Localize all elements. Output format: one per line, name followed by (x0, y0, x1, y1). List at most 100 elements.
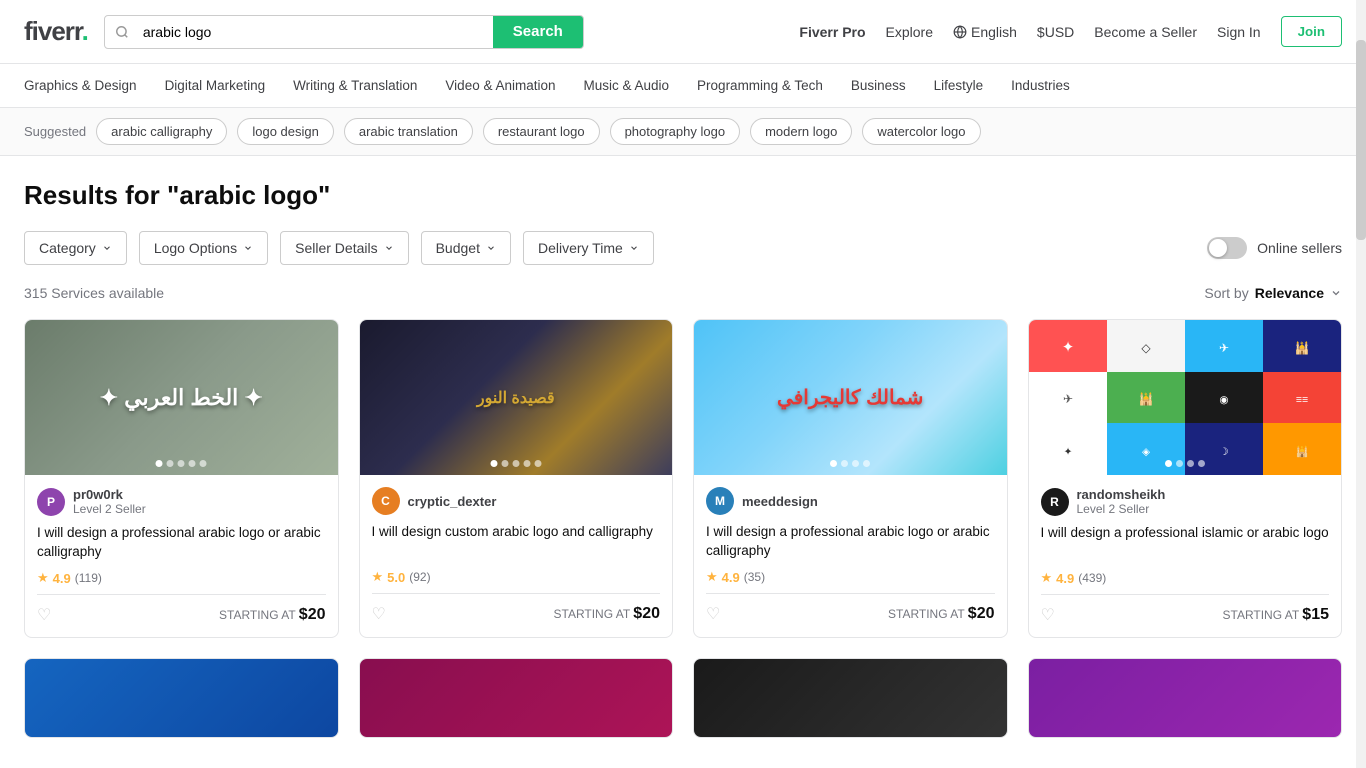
gig-card-3[interactable]: ﺷﻤﺎﻟﻚ ﻛﺎﻟﻴﺠﺮﺍﻓﻲ M meeddesign (693, 319, 1008, 638)
cat-nav-video[interactable]: Video & Animation (445, 66, 555, 105)
logo-options-filter[interactable]: Logo Options (139, 231, 268, 265)
tag-restaurant-logo[interactable]: restaurant logo (483, 118, 600, 145)
gig-card-1[interactable]: ✦ ﺍﻟﺨﻂ ﺍﻟﻌﺮﺑﻲ ✦ P pr0w0rk (24, 319, 339, 638)
logo-options-label: Logo Options (154, 240, 237, 256)
gig-card-2[interactable]: ﻗﺼﻴﺪﺓ ﺍﻟﻨﻮﺭ C cryptic_dexter (359, 319, 674, 638)
thumb-text-1: ✦ ﺍﻟﺨﻂ ﺍﻟﻌﺮﺑﻲ ✦ (100, 385, 263, 411)
seller-level-4: Level 2 Seller (1077, 502, 1166, 516)
seller-username-1[interactable]: pr0w0rk (73, 487, 146, 502)
partial-card-2[interactable] (359, 658, 674, 738)
delivery-time-filter[interactable]: Delivery Time (523, 231, 654, 265)
toggle-thumb (1209, 239, 1227, 257)
gig-thumb-1: ✦ ﺍﻟﺨﻂ ﺍﻟﻌﺮﺑﻲ ✦ (25, 320, 338, 475)
tag-watercolor-logo[interactable]: watercolor logo (862, 118, 980, 145)
search-input[interactable] (139, 16, 493, 48)
rating-row-3: ★ 4.9 (35) (706, 569, 995, 585)
dot (852, 460, 859, 467)
tag-logo-design[interactable]: logo design (237, 118, 334, 145)
online-sellers-label: Online sellers (1257, 240, 1342, 256)
main-content: Results for "arabic logo" Category Logo … (0, 156, 1366, 762)
partial-card-1[interactable] (24, 658, 339, 738)
currency-selector[interactable]: $USD (1037, 24, 1074, 40)
join-button[interactable]: Join (1281, 16, 1342, 47)
gig-body-1: P pr0w0rk Level 2 Seller I will design a… (25, 475, 338, 637)
tag-photography-logo[interactable]: photography logo (610, 118, 740, 145)
thumb-dots-2 (490, 460, 541, 467)
dot (830, 460, 837, 467)
gig-title-4: I will design a professional islamic or … (1041, 524, 1330, 562)
svg-text:✈: ✈ (1063, 392, 1073, 406)
sort-by[interactable]: Sort by Relevance (1204, 285, 1342, 301)
gig-thumb-3: ﺷﻤﺎﻟﻚ ﻛﺎﻟﻴﺠﺮﺍﻓﻲ (694, 320, 1007, 475)
gig-card-4[interactable]: ✦ ◇ ✈ 🕌 ✈ 🕌 ◉ ≡≡ ✦ ◈ ☽ 🕌 (1028, 319, 1343, 638)
svg-text:🕌: 🕌 (1294, 340, 1309, 355)
seller-info-4: R randomsheikh Level 2 Seller (1041, 487, 1330, 516)
scrollbar-thumb[interactable] (1356, 40, 1366, 240)
thumb-cell: ◈ (1107, 423, 1185, 475)
dot (1198, 460, 1205, 467)
thumb-cell: ☽ (1185, 423, 1263, 475)
seller-details-label: Seller Details (295, 240, 377, 256)
dot (167, 460, 174, 467)
gig-title-2: I will design custom arabic logo and cal… (372, 523, 661, 561)
svg-text:🕌: 🕌 (1295, 445, 1308, 458)
gig-grid: ✦ ﺍﻟﺨﻂ ﺍﻟﻌﺮﺑﻲ ✦ P pr0w0rk (24, 319, 1342, 638)
rating-row-4: ★ 4.9 (439) (1041, 570, 1330, 586)
sign-in-link[interactable]: Sign In (1217, 24, 1261, 40)
svg-text:✦: ✦ (1063, 446, 1072, 458)
cat-nav-programming[interactable]: Programming & Tech (697, 66, 823, 105)
chevron-down-icon-4 (486, 243, 496, 253)
chevron-down-icon-3 (384, 243, 394, 253)
cat-nav-business[interactable]: Business (851, 66, 906, 105)
avatar-placeholder-3: M (706, 487, 734, 515)
cat-nav-graphics[interactable]: Graphics & Design (24, 66, 137, 105)
dot (490, 460, 497, 467)
favorite-button-4[interactable]: ♡ (1041, 605, 1055, 625)
partial-card-3[interactable] (693, 658, 1008, 738)
fiverr-pro-link[interactable]: Fiverr Pro (799, 24, 865, 40)
dot (156, 460, 163, 467)
seller-username-2[interactable]: cryptic_dexter (408, 494, 497, 509)
online-sellers-toggle: Online sellers (1207, 237, 1342, 259)
avatar-2: C (372, 487, 400, 515)
cat-nav-writing[interactable]: Writing & Translation (293, 66, 417, 105)
seller-username-4[interactable]: randomsheikh (1077, 487, 1166, 502)
cat-nav-digital[interactable]: Digital Marketing (165, 66, 266, 105)
logo[interactable]: fiverr. (24, 16, 88, 47)
dot (178, 460, 185, 467)
favorite-button-3[interactable]: ♡ (706, 604, 720, 624)
budget-filter[interactable]: Budget (421, 231, 511, 265)
seller-level-1: Level 2 Seller (73, 502, 146, 516)
thumb-cell: ◇ (1107, 320, 1185, 372)
become-seller-link[interactable]: Become a Seller (1094, 24, 1197, 40)
thumb-grid-4: ✦ ◇ ✈ 🕌 ✈ 🕌 ◉ ≡≡ ✦ ◈ ☽ 🕌 (1029, 320, 1342, 475)
scrollbar[interactable] (1356, 0, 1366, 768)
gig-thumb-4: ✦ ◇ ✈ 🕌 ✈ 🕌 ◉ ≡≡ ✦ ◈ ☽ 🕌 (1029, 320, 1342, 475)
suggested-label: Suggested (24, 124, 86, 139)
explore-link[interactable]: Explore (886, 24, 933, 40)
rating-row-1: ★ 4.9 (119) (37, 570, 326, 586)
tag-arabic-translation[interactable]: arabic translation (344, 118, 473, 145)
cat-nav-music[interactable]: Music & Audio (584, 66, 670, 105)
cat-nav-industries[interactable]: Industries (1011, 66, 1070, 105)
language-selector[interactable]: English (953, 24, 1017, 40)
avatar-placeholder-2: C (372, 487, 400, 515)
seller-details-filter[interactable]: Seller Details (280, 231, 408, 265)
favorite-button-1[interactable]: ♡ (37, 605, 51, 625)
logo-dot: . (82, 16, 88, 46)
star-icon-2: ★ (372, 569, 384, 585)
tag-modern-logo[interactable]: modern logo (750, 118, 852, 145)
partial-card-4[interactable] (1028, 658, 1343, 738)
seller-username-3[interactable]: meeddesign (742, 494, 818, 509)
dot (523, 460, 530, 467)
sort-chevron-icon (1330, 287, 1342, 299)
globe-icon (953, 25, 967, 39)
tag-arabic-calligraphy[interactable]: arabic calligraphy (96, 118, 227, 145)
cat-nav-lifestyle[interactable]: Lifestyle (934, 66, 984, 105)
category-filter[interactable]: Category (24, 231, 127, 265)
online-sellers-switch[interactable] (1207, 237, 1247, 259)
price-row-3: ♡ STARTING AT $20 (706, 593, 995, 624)
search-button[interactable]: Search (493, 16, 583, 48)
dot (534, 460, 541, 467)
favorite-button-2[interactable]: ♡ (372, 604, 386, 624)
